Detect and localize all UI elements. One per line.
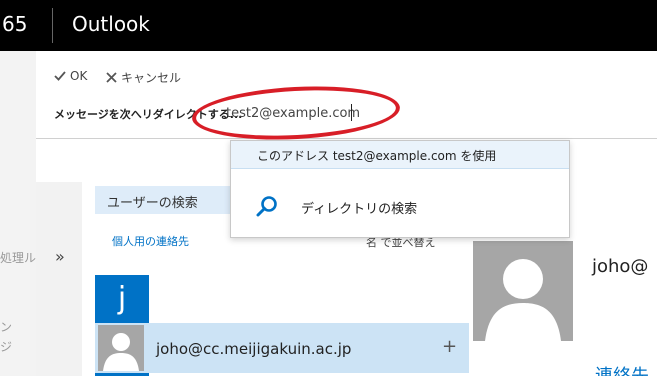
app-title[interactable]: Outlook — [72, 12, 150, 36]
letter-group-header: j — [95, 275, 149, 323]
search-icon — [256, 196, 277, 217]
ok-button[interactable]: OK — [54, 69, 87, 83]
use-this-address-label: このアドレス test2@example.com を使用 — [257, 149, 497, 163]
address-suggestion-dropdown: このアドレス test2@example.com を使用 ディレクトリの検索 — [230, 140, 570, 238]
search-users-box[interactable]: ユーザーの検索 — [95, 186, 230, 214]
contact-photo-person-icon — [473, 241, 573, 341]
topbar-divider — [52, 8, 53, 43]
contact-card-name: joho@ — [592, 256, 649, 277]
add-contact-plus-icon[interactable]: + — [442, 336, 457, 357]
check-icon — [54, 71, 66, 81]
search-users-label: ユーザーの検索 — [107, 196, 198, 211]
background-nav: 処理ル ン ジ — [0, 51, 36, 376]
person-icon — [98, 325, 144, 371]
top-bar: 65 Outlook — [0, 0, 657, 51]
contact-email: joho@cc.meijigakuin.ac.jp — [156, 340, 352, 358]
background-item-rules: 処理ル — [0, 251, 37, 265]
expand-chevron-icon[interactable]: » — [55, 247, 65, 266]
ok-label: OK — [70, 69, 88, 83]
cancel-button[interactable]: キャンセル — [106, 69, 181, 86]
personal-contacts-link[interactable]: 個人用の連絡先 — [112, 233, 189, 249]
background-item: ジ — [0, 340, 13, 354]
use-this-address-option[interactable]: このアドレス test2@example.com を使用 — [231, 141, 569, 169]
search-directory-option[interactable]: ディレクトリの検索 — [301, 198, 417, 217]
app-launcher-number[interactable]: 65 — [2, 12, 27, 36]
cancel-label: キャンセル — [121, 71, 182, 85]
panel-divider — [36, 138, 657, 139]
background-item: ン — [0, 320, 13, 334]
collapse-column — [36, 182, 82, 376]
contact-card-link[interactable]: 連絡先 — [595, 362, 649, 376]
close-icon — [106, 72, 117, 83]
